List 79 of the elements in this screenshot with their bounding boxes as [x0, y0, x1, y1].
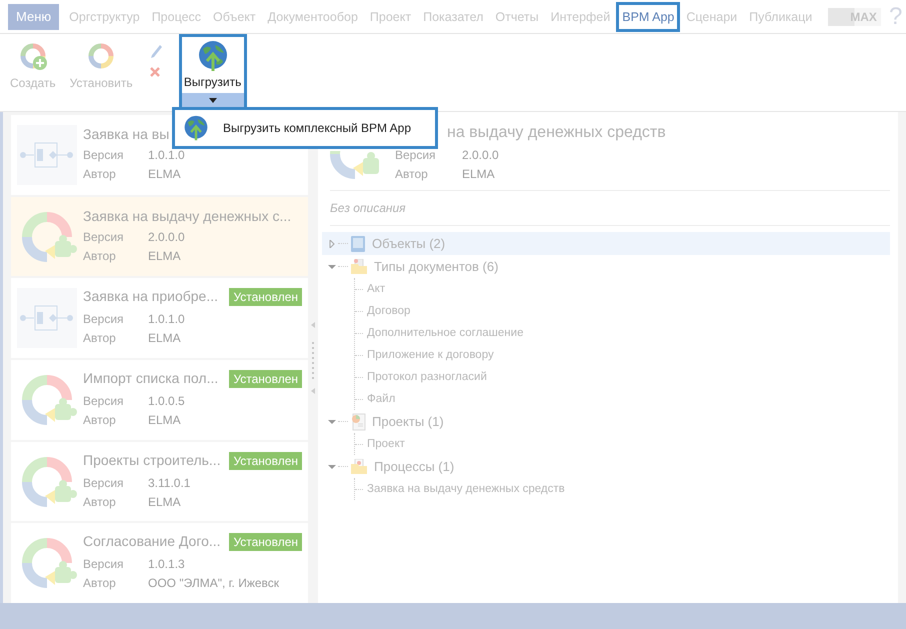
help-icon[interactable]: ? [888, 2, 902, 30]
folder-icon [350, 258, 368, 274]
process-icon [17, 288, 77, 348]
app-title: Импорт списка пол... [83, 370, 218, 386]
document-chart-icon [350, 412, 366, 430]
tab[interactable]: BPM App [616, 2, 680, 32]
field-label: Автор [83, 166, 117, 183]
status-badge: Установлен [229, 370, 302, 388]
tree-leaf[interactable]: Проект [355, 433, 890, 455]
field-value: ELMA [462, 166, 495, 183]
tree-leaf[interactable]: Протокол разногласий [355, 366, 890, 388]
app-title: Заявка на вы [83, 126, 170, 142]
field-label: Версия [395, 147, 437, 164]
create-button[interactable]: Создать [8, 34, 58, 90]
tree-node[interactable]: Объекты (2) [322, 232, 890, 255]
tree-leaf[interactable]: Файл [355, 388, 890, 410]
field-value: 1.0.1.0 [148, 146, 185, 164]
field-label: Автор [83, 575, 117, 592]
description: Без описания [330, 191, 890, 226]
collapse-arrow-icon[interactable] [328, 462, 336, 470]
book-icon [350, 234, 366, 252]
field-label: Версия [83, 146, 125, 164]
tree-leaf[interactable]: Договор [355, 300, 890, 322]
app-title: Заявка на приобре... [83, 288, 218, 304]
tree-leaf[interactable]: Дополнительное соглашение [355, 322, 890, 344]
field-label: Автор [83, 248, 117, 264]
field-label: Автор [83, 330, 117, 348]
tree-leaf[interactable]: Приложение к договору [355, 344, 890, 366]
app-card[interactable]: Заявка на приобре... Установлен Версия 1.0.1.0 Автор ELMA [11, 278, 308, 358]
status-badge: Установлен [229, 288, 302, 306]
globe-upload-icon [196, 39, 229, 73]
cycle-icon [330, 151, 380, 179]
install-button[interactable]: Установить [68, 34, 135, 90]
expand-arrow-icon[interactable] [328, 240, 336, 248]
tree-node[interactable]: Процессы (1) [322, 455, 890, 478]
field-value: ООО "ЭЛМА", г. Ижевск [148, 575, 280, 592]
folder-icon [350, 458, 368, 474]
field-label: Версия [83, 474, 125, 492]
app-card[interactable]: Заявка на выдачу денежных с... Версия 2.0.0.0 Автор ELMA [11, 196, 308, 276]
globe-upload-icon [183, 114, 209, 142]
app-title: на выдачу денежных средств [447, 124, 666, 142]
menu-item[interactable]: Выгрузить комплексный BPM App [175, 110, 435, 146]
app-card[interactable]: Проекты строитель... Установлен Версия 3.11.0.1 Автор ELMA [11, 442, 308, 522]
collapse-arrow-icon[interactable] [328, 418, 336, 426]
tree-node[interactable]: Типы документов (6) [322, 255, 890, 278]
field-value: ELMA [148, 412, 181, 429]
field-value: ELMA [148, 330, 181, 348]
caret-icon [208, 98, 217, 102]
field-value: 2.0.0.0 [148, 228, 185, 246]
field-value: ELMA [148, 166, 181, 183]
field-label: Версия [83, 311, 125, 328]
menu-button[interactable]: Меню [8, 4, 60, 30]
field-value: 1.0.1.0 [148, 311, 185, 328]
field-label: Автор [395, 166, 429, 183]
app-card[interactable]: Импорт списка пол... Установлен Версия 1.0.0.5 Автор ELMA [11, 360, 308, 440]
delete-icon[interactable] [148, 66, 161, 78]
field-value: 1.0.1.3 [148, 556, 185, 574]
field-label: Версия [83, 556, 125, 574]
field-label: Версия [83, 228, 125, 246]
status-badge: Установлен [229, 533, 302, 552]
tree-leaf[interactable]: Акт [355, 278, 890, 300]
field-value: 3.11.0.1 [148, 474, 190, 492]
status-badge: Установлен [229, 452, 302, 470]
pencil-icon[interactable] [148, 42, 163, 58]
app-card[interactable]: Согласование Дого... Установлен Версия 1.0.1.3 Автор ООО "ЭЛМА", г. Ижевск [11, 523, 308, 604]
field-label: Автор [83, 494, 117, 511]
app-title: Заявка на выдачу денежных с... [83, 208, 292, 224]
tree-leaf[interactable]: Заявка на выдачу денежных средств [355, 478, 890, 500]
field-value: 1.0.0.5 [148, 392, 185, 410]
field-label: Версия [83, 392, 125, 410]
collapse-arrow-icon[interactable] [328, 262, 336, 270]
field-value: ELMA [148, 494, 181, 511]
field-value: ELMA [148, 248, 181, 264]
tree-node[interactable]: Проекты (1) [322, 410, 890, 433]
app-title: Проекты строитель... [83, 452, 221, 468]
process-icon [17, 124, 77, 185]
field-value: 2.0.0.0 [462, 147, 499, 164]
field-label: Автор [83, 412, 117, 429]
app-title: Согласование Дого... [83, 533, 221, 550]
